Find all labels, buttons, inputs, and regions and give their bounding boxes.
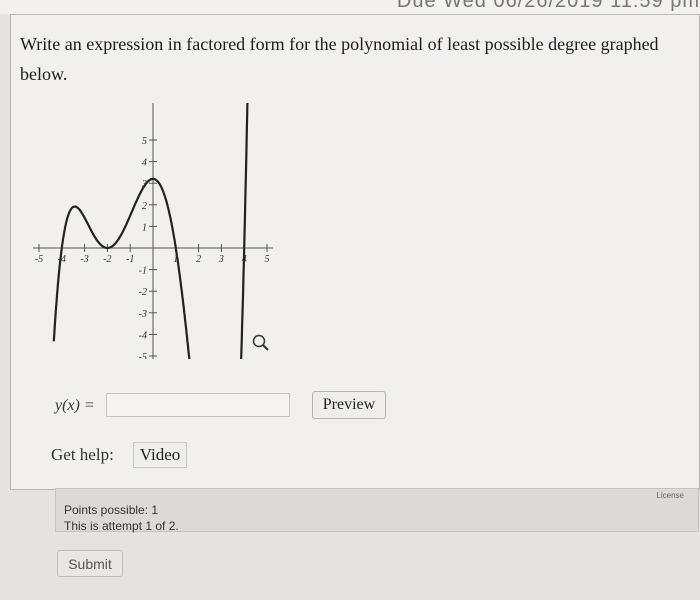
y-tick-label: -4 bbox=[139, 330, 147, 341]
polynomial-curve bbox=[52, 0, 251, 600]
y-tick-label: -3 bbox=[139, 309, 147, 320]
y-tick-label: 5 bbox=[142, 136, 147, 147]
question-box: Write an expression in factored form for… bbox=[10, 0, 700, 600]
x-tick-label: -2 bbox=[103, 254, 111, 265]
x-tick-label: 1 bbox=[173, 254, 178, 265]
x-tick-label: -4 bbox=[58, 254, 66, 265]
points-info: Points possible: 1 This is attempt 1 of … bbox=[64, 502, 179, 534]
get-help-label: Get help: bbox=[51, 445, 114, 464]
x-tick-label: -5 bbox=[35, 254, 43, 265]
preview-button[interactable]: Preview bbox=[312, 391, 386, 419]
x-tick-label: -1 bbox=[126, 254, 134, 265]
video-button[interactable]: Video bbox=[133, 442, 187, 468]
question-text: Write an expression in factored form for… bbox=[20, 34, 659, 84]
y-tick-label: -1 bbox=[139, 266, 147, 277]
x-tick-label: -3 bbox=[80, 254, 88, 265]
x-tick-label: 2 bbox=[196, 254, 201, 265]
due-date-text: Due Wed 06/26/2019 11:59 pm bbox=[396, 0, 700, 12]
y-tick-label: 2 bbox=[142, 201, 147, 212]
polynomial-graph: -5 -4 -3 -2 -1 1 2 3 4 5 5 4 3 2 1 -1 -2 -3 -4 -5 bbox=[33, 0, 283, 600]
x-tick-label: 4 bbox=[242, 254, 247, 265]
y-tick-label: 4 bbox=[142, 158, 147, 169]
y-tick-label: -5 bbox=[139, 352, 147, 359]
y-tick-label: 1 bbox=[142, 222, 147, 233]
license-link[interactable]: License bbox=[656, 491, 684, 500]
magnifier-icon[interactable] bbox=[251, 333, 271, 358]
submit-button[interactable]: Submit bbox=[57, 550, 123, 577]
attempt-info: This is attempt 1 of 2. bbox=[64, 519, 179, 533]
x-axis-labels: -5 -4 -3 -2 -1 1 2 3 4 5 bbox=[35, 254, 270, 265]
answer-input[interactable] bbox=[106, 393, 290, 417]
y-tick-label: 3 bbox=[141, 179, 147, 190]
y-tick-label: -2 bbox=[139, 287, 147, 298]
points-possible: Points possible: 1 bbox=[64, 503, 159, 517]
answer-label: y(x) = bbox=[55, 397, 95, 414]
top-strip: Due Wed 06/26/2019 11:59 pm bbox=[0, 0, 700, 14]
info-bar: License Points possible: 1 This is attem… bbox=[55, 488, 699, 534]
x-tick-label: 5 bbox=[265, 254, 270, 265]
x-tick-label: 3 bbox=[218, 254, 224, 265]
